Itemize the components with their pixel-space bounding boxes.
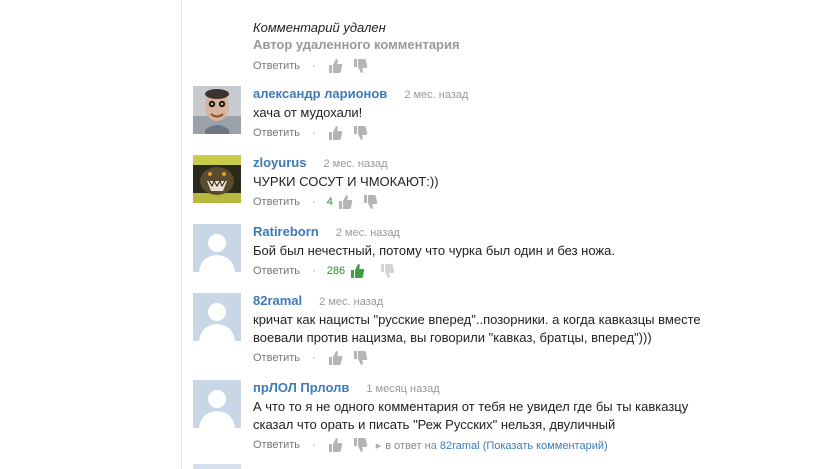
comment-time[interactable]: 2 мес. назад: [404, 89, 468, 101]
separator-dot: ·: [312, 60, 316, 72]
reply-button[interactable]: Ответить: [253, 127, 300, 139]
thumbs-up-icon[interactable]: [327, 437, 343, 453]
reply-button[interactable]: Ответить: [253, 196, 300, 208]
deleted-comment-author: Автор удаленного комментария: [253, 37, 460, 52]
comment-text: кричат как нацисты "русские вперед"..поз…: [253, 312, 701, 345]
in-reply-user-link[interactable]: 82ramal: [440, 440, 480, 452]
reply-arrow-icon: ▸: [375, 439, 382, 452]
reply-button[interactable]: Ответить: [253, 60, 300, 72]
avatar[interactable]: [193, 155, 241, 203]
avatar[interactable]: [193, 380, 241, 428]
default-avatar-icon: [193, 224, 241, 272]
comment-actions: Ответить ·: [253, 58, 460, 74]
thumbs-up-icon[interactable]: [327, 350, 343, 366]
like-count: 286: [326, 265, 346, 277]
avatar[interactable]: [193, 464, 241, 469]
default-avatar-icon: [193, 380, 241, 428]
comment-time[interactable]: 2 мес. назад: [319, 296, 383, 308]
comment-author[interactable]: 82ramal: [253, 293, 302, 308]
reply-button[interactable]: Ответить: [253, 265, 300, 277]
separator-dot: ·: [312, 265, 316, 277]
in-reply-to: ▸ в ответ на 82ramal (Показать комментари…: [376, 439, 608, 452]
content-divider: [181, 0, 182, 469]
comment-actions: Ответить · 4: [253, 194, 773, 210]
like-count: 4: [326, 196, 333, 208]
comment-actions: Ответить ·: [253, 350, 773, 366]
comment-text: А что то я не одного комментария от тебя…: [253, 399, 689, 432]
in-reply-prefix: в ответ на: [385, 439, 437, 452]
default-avatar-icon: [193, 293, 241, 341]
comment-text: Бой был нечестный, потому что чурка был …: [253, 243, 615, 258]
comment-author[interactable]: Ratireborn: [253, 224, 319, 239]
separator-dot: ·: [312, 196, 316, 208]
thumbs-down-icon[interactable]: [352, 350, 368, 366]
comment-time[interactable]: 2 мес. назад: [323, 158, 387, 170]
deleted-comment-title: Комментарий удален: [253, 20, 386, 35]
comment-actions: Ответить · 286: [253, 263, 773, 279]
thumbs-up-icon[interactable]: [349, 263, 365, 279]
avatar[interactable]: [193, 293, 241, 341]
reply-button[interactable]: Ответить: [253, 439, 300, 451]
thumbs-down-icon[interactable]: [362, 194, 378, 210]
deleted-comment: Комментарий удален Автор удаленного комм…: [253, 20, 460, 74]
separator-dot: ·: [312, 439, 316, 451]
comment-actions: Ответить ·: [253, 125, 773, 141]
thumbs-up-icon[interactable]: [337, 194, 353, 210]
comment-text: ЧУРКИ СОСУТ И ЧМОКАЮТ:)): [253, 174, 439, 189]
thumbs-up-icon[interactable]: [327, 58, 343, 74]
separator-dot: ·: [312, 127, 316, 139]
comment-time[interactable]: 2 мес. назад: [336, 227, 400, 239]
thumbs-down-icon[interactable]: [352, 58, 368, 74]
comment-actions: Ответить · ▸ в ответ на 82ramal (Показать…: [253, 437, 773, 453]
user-photo-icon: [193, 86, 241, 134]
show-comment-link[interactable]: (Показать комментарий): [483, 440, 608, 452]
reply-button[interactable]: Ответить: [253, 352, 300, 364]
thumbs-up-icon[interactable]: [327, 125, 343, 141]
user-photo-icon: [193, 155, 241, 203]
avatar[interactable]: [193, 224, 241, 272]
thumbs-down-icon[interactable]: [352, 437, 368, 453]
comment-author[interactable]: александр ларионов: [253, 86, 387, 101]
comment-author[interactable]: прЛОЛ Прлолв: [253, 380, 349, 395]
avatar[interactable]: [193, 86, 241, 134]
comment-time[interactable]: 1 месяц назад: [366, 383, 439, 395]
comment-text: хача от мудохали!: [253, 105, 363, 120]
comment-author[interactable]: zloyurus: [253, 155, 306, 170]
thumbs-down-icon[interactable]: [379, 263, 395, 279]
separator-dot: ·: [312, 352, 316, 364]
thumbs-down-icon[interactable]: [352, 125, 368, 141]
